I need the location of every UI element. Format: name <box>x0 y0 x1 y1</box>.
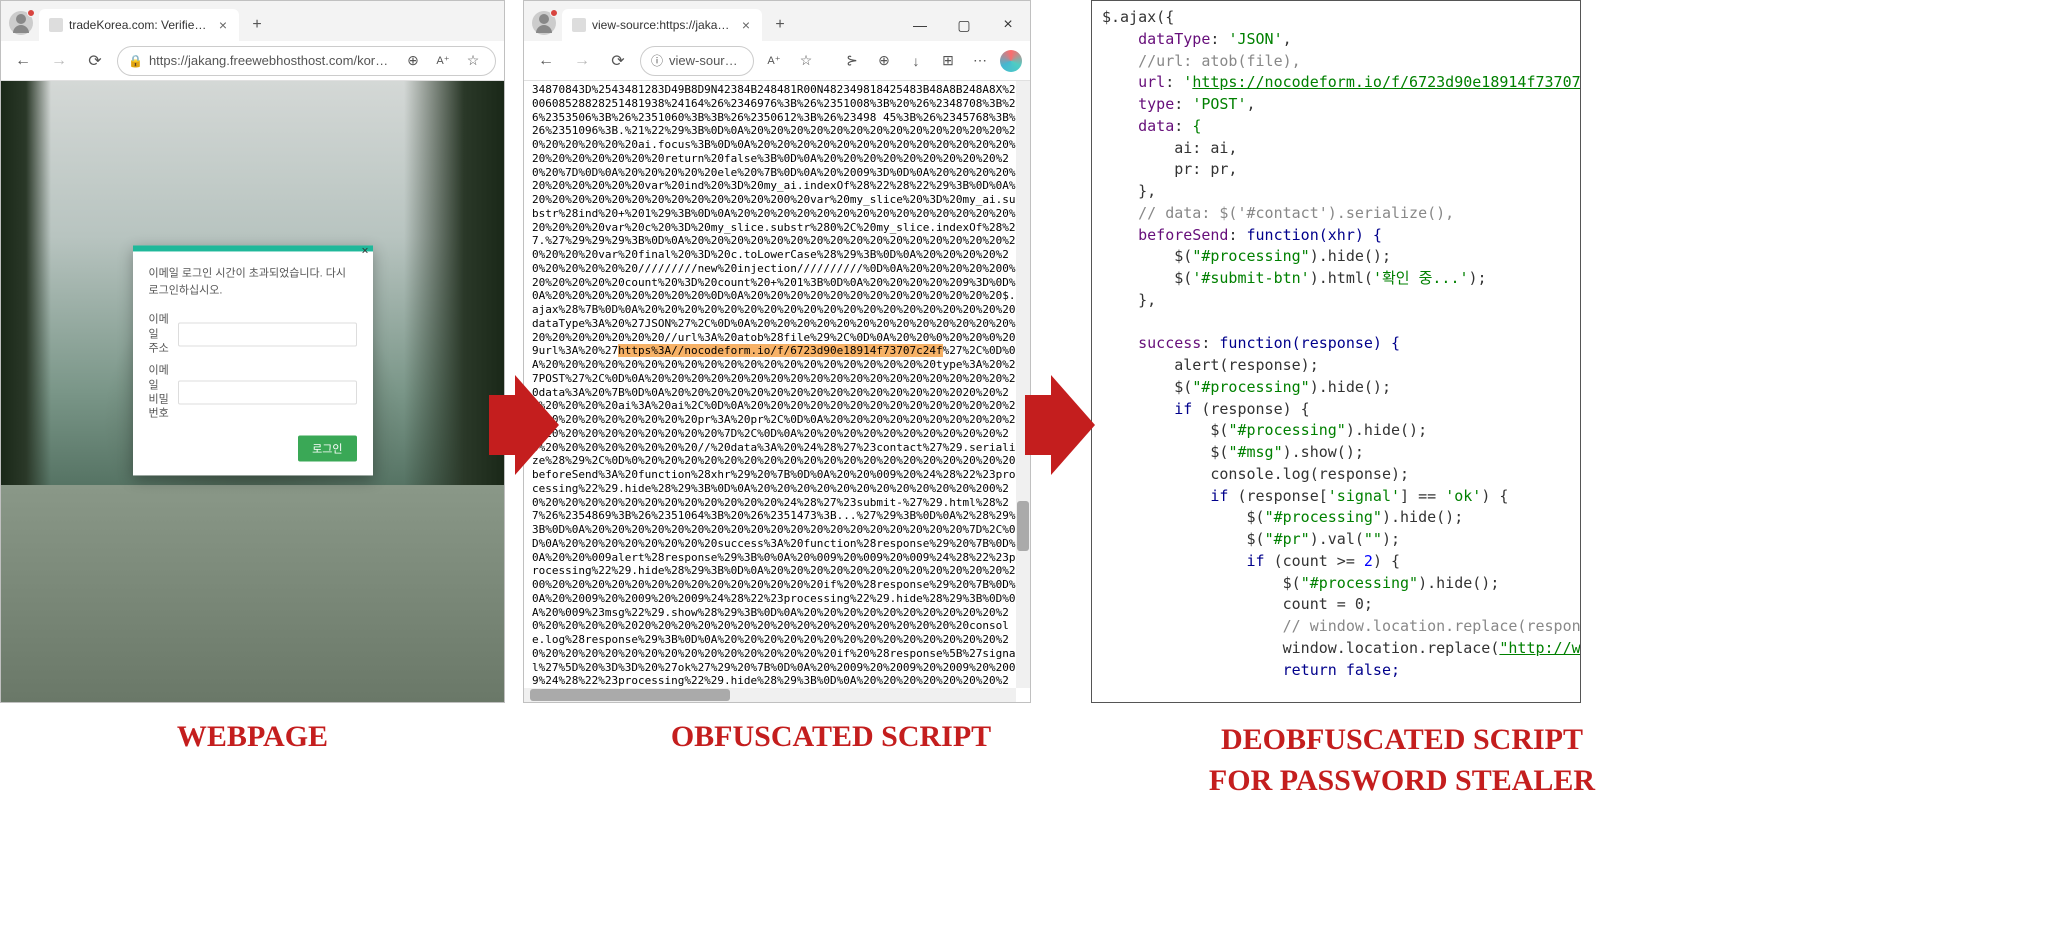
scroll-thumb[interactable] <box>1017 501 1029 551</box>
tab-favicon-icon <box>49 18 63 32</box>
titlebar: tradeKorea.com: Verified Korean S × + <box>1 1 504 41</box>
horizontal-scrollbar[interactable] <box>524 688 1016 702</box>
refresh-button[interactable]: ⟳ <box>81 47 109 75</box>
url-text: view-source:https://j... <box>669 53 743 68</box>
page-content: × 이메일 로그인 시간이 초과되었습니다. 다시 로그인하십시오. 이메일 주… <box>1 81 504 702</box>
copilot-icon[interactable] <box>1000 50 1022 72</box>
arrow-icon <box>489 345 555 505</box>
caption-obfuscated: OBFUSCATED SCRIPT <box>577 720 1085 801</box>
source-window: view-source:https://jakang.freewe × + — … <box>523 0 1031 703</box>
password-label: 이메일 비밀번호 <box>149 364 170 421</box>
browser-tab[interactable]: view-source:https://jakang.freewe × <box>562 9 762 41</box>
close-button[interactable]: × <box>986 9 1030 41</box>
password-input[interactable] <box>178 380 357 404</box>
source-text[interactable]: 34870843D%2543481283D49B8D9N42384B248481… <box>524 81 1030 702</box>
extensions-icon[interactable]: ⊞ <box>936 49 960 73</box>
caption-row: WEBPAGE OBFUSCATED SCRIPT DEOBFUSCATED S… <box>0 720 2048 801</box>
reader-icon[interactable]: A⁺ <box>431 49 455 73</box>
forward-button[interactable]: → <box>45 47 73 75</box>
browser-tab[interactable]: tradeKorea.com: Verified Korean S × <box>39 9 239 41</box>
tab-close-icon[interactable]: × <box>217 17 229 33</box>
new-tab-button[interactable]: + <box>766 11 794 39</box>
main-container: tradeKorea.com: Verified Korean S × + ← … <box>0 0 2048 950</box>
email-input[interactable] <box>178 322 357 346</box>
downloads-icon[interactable]: ↓ <box>904 49 928 73</box>
tab-favicon-icon <box>572 18 586 32</box>
tab-title: tradeKorea.com: Verified Korean S <box>69 18 211 32</box>
toolbar: ← → ⟳ 🔒 https://jakang.freewebhosthost.c… <box>1 41 504 81</box>
caption-webpage: WEBPAGE <box>0 720 505 801</box>
info-icon: ⓘ <box>651 52 663 69</box>
login-button[interactable]: 로그인 <box>298 435 356 461</box>
webpage-window: tradeKorea.com: Verified Korean S × + ← … <box>0 0 505 703</box>
tab-close-icon[interactable]: × <box>740 17 752 33</box>
login-message: 이메일 로그인 시간이 초과되었습니다. 다시 로그인하십시오. <box>149 266 357 299</box>
email-label: 이메일 주소 <box>149 313 170 356</box>
back-button[interactable]: ← <box>9 47 37 75</box>
maximize-button[interactable]: ▢ <box>942 9 986 41</box>
more-icon[interactable]: ⋯ <box>968 49 992 73</box>
reader-icon[interactable]: A⁺ <box>762 49 786 73</box>
dialog-close-icon[interactable]: × <box>361 244 368 258</box>
background-image: × 이메일 로그인 시간이 초과되었습니다. 다시 로그인하십시오. 이메일 주… <box>1 81 504 702</box>
deobfuscated-code: $.ajax({ dataType: 'JSON', //url: atob(f… <box>1091 0 1581 703</box>
login-dialog: × 이메일 로그인 시간이 초과되었습니다. 다시 로그인하십시오. 이메일 주… <box>133 246 373 475</box>
source-content-area: 34870843D%2543481283D49B8D9N42384B248481… <box>524 81 1030 702</box>
favorites-bar-icon[interactable]: ⊱ <box>840 49 864 73</box>
address-bar[interactable]: ⓘ view-source:https://j... <box>640 46 754 76</box>
back-button[interactable]: ← <box>532 47 560 75</box>
search-icon[interactable]: ⊕ <box>401 49 425 73</box>
lock-icon: 🔒 <box>128 54 143 68</box>
forward-button[interactable]: → <box>568 47 596 75</box>
minimize-button[interactable]: — <box>898 9 942 41</box>
collections-icon[interactable]: ⊕ <box>872 49 896 73</box>
url-text: https://jakang.freewebhosthost.com/korea… <box>149 53 395 68</box>
address-bar[interactable]: 🔒 https://jakang.freewebhosthost.com/kor… <box>117 46 496 76</box>
refresh-button[interactable]: ⟳ <box>604 47 632 75</box>
dialog-header: × <box>133 246 373 252</box>
scroll-thumb[interactable] <box>530 689 730 701</box>
arrow-icon <box>1025 345 1091 505</box>
toolbar: ← → ⟳ ⓘ view-source:https://j... A⁺ ☆ ⊱ … <box>524 41 1030 81</box>
profile-icon[interactable] <box>9 11 33 35</box>
profile-icon[interactable] <box>532 11 556 35</box>
new-tab-button[interactable]: + <box>243 11 271 39</box>
tab-title: view-source:https://jakang.freewe <box>592 18 734 32</box>
favorite-icon[interactable]: ☆ <box>794 49 818 73</box>
caption-deobfuscated: DEOBFUSCATED SCRIPTFOR PASSWORD STEALER <box>1157 720 1647 801</box>
titlebar: view-source:https://jakang.freewe × + — … <box>524 1 1030 41</box>
favorite-icon[interactable]: ☆ <box>461 49 485 73</box>
window-controls: — ▢ × <box>898 9 1030 41</box>
